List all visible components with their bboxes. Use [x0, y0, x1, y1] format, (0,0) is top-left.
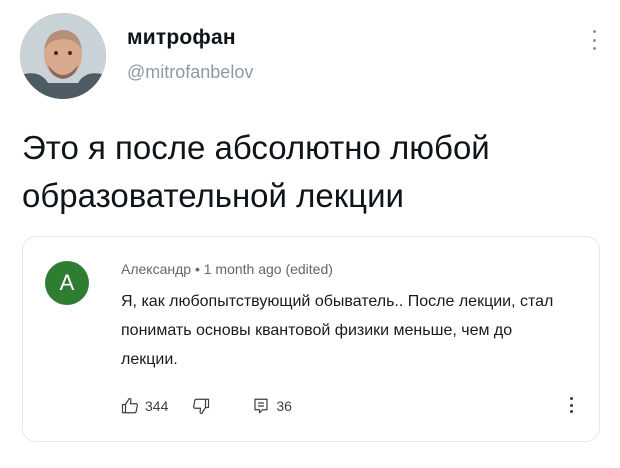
like-button[interactable]: 344 [121, 397, 168, 415]
reply-icon [254, 398, 268, 414]
thumb-up-icon [121, 397, 138, 414]
author-avatar[interactable] [20, 13, 106, 99]
author-display-name[interactable]: митрофан [127, 26, 236, 50]
reply-count: 36 [276, 398, 292, 414]
embedded-comment-card: А Александр • 1 month ago (edited) Я, ка… [22, 236, 600, 442]
more-dot [592, 47, 596, 50]
user-photo-avatar [20, 13, 106, 99]
more-dot [592, 30, 596, 33]
author-handle[interactable]: @mitrofanbelov [127, 62, 253, 83]
thumb-down-icon [193, 398, 210, 415]
more-dot [592, 38, 596, 42]
reply-button[interactable]: 36 [252, 397, 292, 415]
comment-actions: 344 36 [121, 397, 292, 415]
more-dot [569, 397, 573, 400]
like-count: 344 [145, 398, 169, 414]
comment-meta: Александр • 1 month ago (edited) [121, 261, 333, 277]
more-options-icon[interactable] [584, 26, 604, 54]
tweet-text: Это я после абсолютно любой образователь… [22, 129, 490, 214]
more-dot [569, 410, 573, 413]
more-dot [569, 403, 573, 407]
comment-text: Я, как любопытствующий обыватель.. После… [121, 293, 554, 368]
more-vertical-icon[interactable] [565, 395, 577, 415]
dislike-button[interactable] [192, 397, 210, 415]
commenter-avatar: А [45, 261, 89, 305]
